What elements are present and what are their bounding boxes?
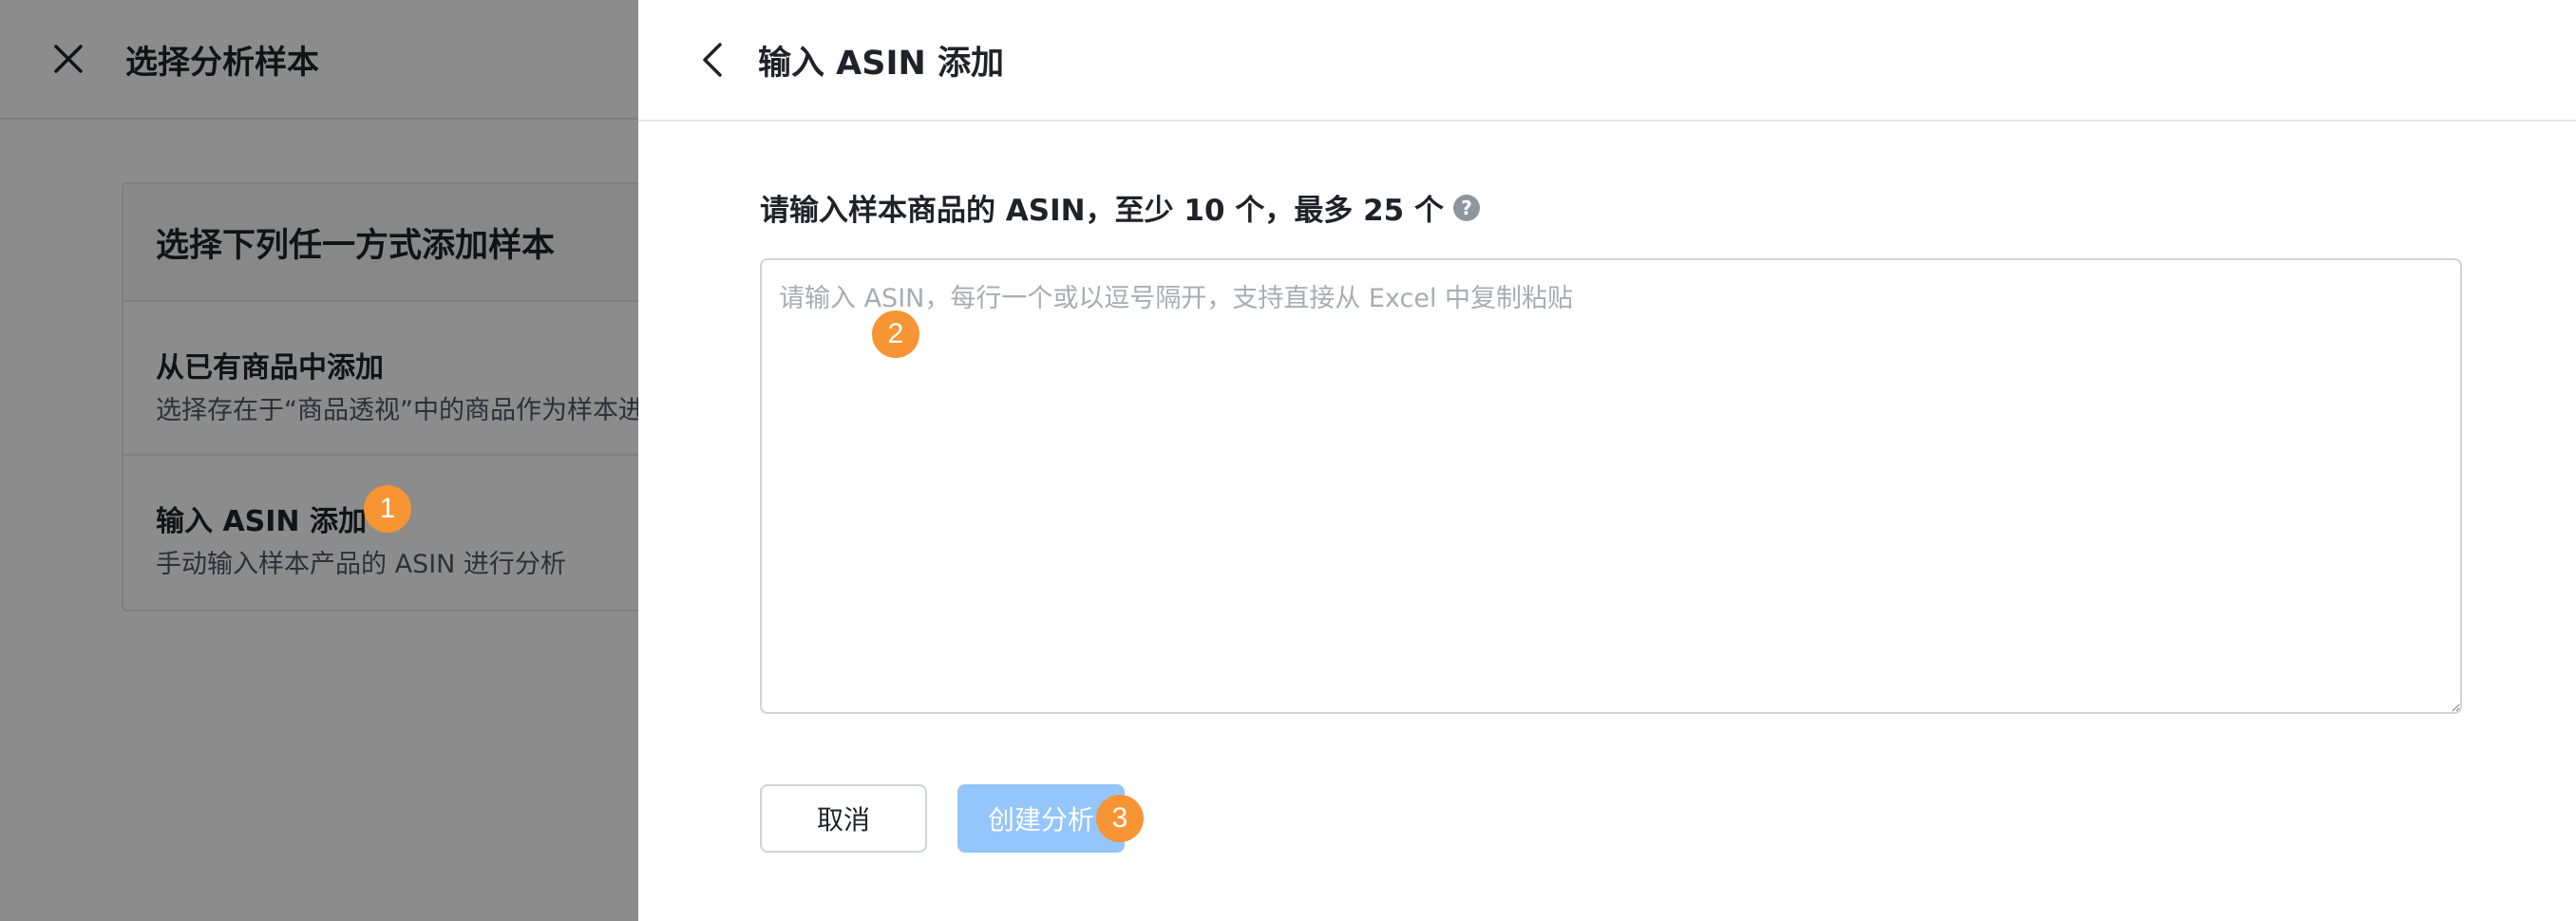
input-asin-drawer: 输入 ASIN 添加 请输入样本商品的 ASIN，至少 10 个，最多 25 个… — [638, 0, 2576, 921]
step-badge-2: 2 — [872, 310, 919, 358]
sample-selection-panel: 选择分析样本 选择下列任一方式添加样本 从已有商品中添加 选择存在于“商品透视”… — [0, 0, 638, 921]
cancel-button[interactable]: 取消 — [760, 784, 927, 853]
asin-field-label: 请输入样本商品的 ASIN，至少 10 个，最多 25 个 ? — [760, 186, 1481, 229]
modal-overlay[interactable] — [0, 0, 638, 921]
step-badge-1: 1 — [364, 485, 411, 533]
asin-input[interactable] — [760, 258, 2462, 714]
drawer-title: 输入 ASIN 添加 — [758, 44, 1004, 83]
chevron-left-icon[interactable] — [693, 41, 731, 79]
asin-field-label-text: 请输入样本商品的 ASIN，至少 10 个，最多 25 个 — [760, 194, 1445, 228]
question-circle-icon[interactable]: ? — [1453, 194, 1481, 221]
step-badge-3: 3 — [1096, 795, 1144, 842]
drawer-header: 输入 ASIN 添加 — [638, 0, 2576, 122]
